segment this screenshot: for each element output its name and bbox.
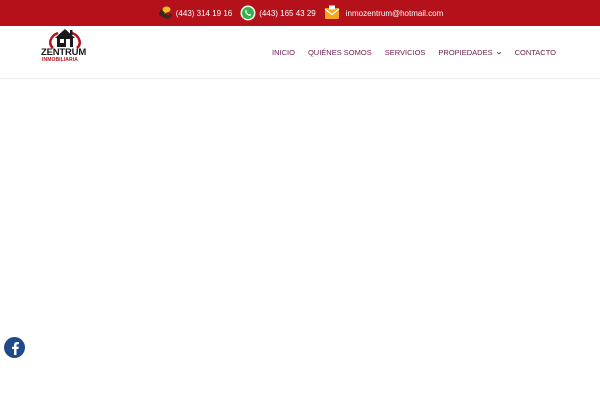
- site-logo[interactable]: ZENTRUM INMOBILIARIA: [40, 26, 90, 66]
- phone-link[interactable]: (443) 314 19 16: [157, 5, 233, 21]
- email-icon: [324, 5, 340, 21]
- nav-item-servicios[interactable]: SERVICIOS: [385, 48, 426, 57]
- facebook-button[interactable]: [4, 337, 25, 358]
- whatsapp-number: (443) 165 43 29: [259, 8, 316, 18]
- phone-icon: [157, 5, 173, 21]
- main-navigation: INICIO QUIÉNES SOMOS SERVICIOS PROPIEDAD…: [259, 48, 556, 57]
- phone-number: (443) 314 19 16: [175, 8, 233, 18]
- nav-item-propiedades[interactable]: PROPIEDADES: [438, 48, 501, 57]
- whatsapp-icon: [240, 5, 256, 21]
- top-contact-bar: (443) 314 19 16 (443) 165 43 29 inmozent…: [0, 0, 600, 26]
- facebook-icon: [11, 341, 19, 355]
- email-address: inmozentrum@hotmail.com: [345, 8, 444, 18]
- chevron-down-icon: [496, 51, 501, 55]
- whatsapp-link[interactable]: (443) 165 43 29: [240, 5, 316, 21]
- nav-item-contacto[interactable]: CONTACTO: [515, 48, 556, 57]
- email-link[interactable]: inmozentrum@hotmail.com: [324, 5, 443, 21]
- site-header: ZENTRUM INMOBILIARIA INICIO QUIÉNES SOMO…: [0, 26, 600, 79]
- nav-item-propiedades-label: PROPIEDADES: [438, 48, 493, 57]
- nav-item-quienes-somos[interactable]: QUIÉNES SOMOS: [308, 48, 372, 57]
- logo-brand-text: ZENTRUM: [41, 47, 87, 58]
- nav-item-inicio[interactable]: INICIO: [272, 48, 295, 57]
- logo-subtitle: INMOBILIARIA: [42, 57, 78, 63]
